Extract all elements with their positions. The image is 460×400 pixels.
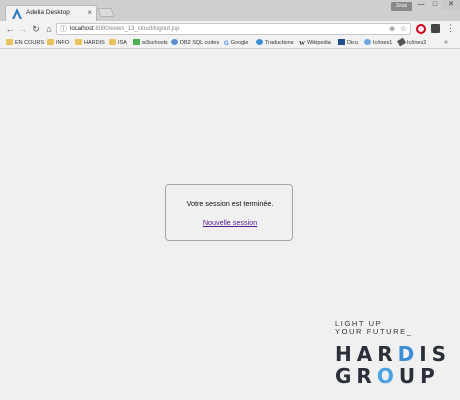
home-icon[interactable]: ⌂ [43,23,55,35]
icons-icon [364,39,371,45]
tab-close-icon[interactable]: × [87,8,92,18]
maximize-icon[interactable]: □ [428,0,442,10]
address-bar[interactable]: ⓘ localhost:8080/eews_13_cloud/logout.js… [56,23,411,35]
bookmark-label: Icônes1 [373,40,393,46]
url-text[interactable]: localhost:8080/eews_13_cloud/logout.jsp [70,26,179,32]
folder-icon [109,39,116,45]
close-window-icon[interactable]: ✕ [442,0,460,10]
google-icon: G [224,41,229,47]
forward-arrow-icon[interactable]: → [17,23,29,35]
bookmark-hardis[interactable]: HARDIS [75,39,105,48]
bookmark-label: INFO [56,40,70,46]
bookmark-label: HARDIS [84,40,105,46]
adelia-logo-icon [12,8,22,19]
bookmark-label: w3schools [142,40,168,46]
page-info-icon[interactable]: ⓘ [60,25,67,34]
bookmark-label: DB2 SQL codes [180,40,220,46]
session-ended-panel: Votre session est terminée. Nouvelle ses… [165,184,293,241]
reload-icon[interactable]: ↻ [30,23,42,35]
url-path: :8080/eews_13_cloud/logout.jsp [93,26,180,32]
bookmark-w3schools[interactable]: w3schools [133,39,168,48]
logo-text: IS [419,342,452,366]
bookmarks-overflow-icon[interactable]: » [444,38,448,48]
hardis-group-logo: LIGHT UP YOUR FUTURE_ HARDIS GROUP [335,320,446,390]
title-bar: Adelia Desktop × Zeus — □ ✕ [0,0,460,21]
bookmark-label: Google [230,40,249,46]
folder-icon [47,39,54,45]
bookmark-label: ISA [118,40,127,46]
bookmark-label: Dico. [347,40,360,46]
logo-tagline-2: YOUR FUTURE_ [335,327,413,336]
new-tab-button[interactable] [97,8,115,17]
folder-icon [6,39,13,45]
folder-icon [75,39,82,45]
logo-word-hardis: HARDIS [335,342,446,366]
w3schools-icon [133,39,140,45]
browser-toolbar: ← → ↻ ⌂ ⓘ localhost:8080/eews_13_cloud/l… [0,21,460,37]
extension-icon[interactable] [431,24,440,33]
opera-extension-icon[interactable] [416,24,426,34]
bookmark-isa[interactable]: ISA [109,39,127,48]
page-content: Votre session est terminée. Nouvelle ses… [1,49,459,399]
bookmark-label: Traductions [265,40,294,46]
minimize-icon[interactable]: — [414,0,428,10]
icons-icon [396,37,407,47]
bookmark-label: Wikipedia [307,40,331,46]
new-session-link[interactable]: Nouvelle session [166,218,294,227]
logo-text-accent: D [397,342,420,366]
tab-title: Adelia Desktop [26,9,70,16]
session-message: Votre session est terminée. [186,199,274,208]
db2-icon [171,39,178,45]
bookmark-db2-sql-codes[interactable]: DB2 SQL codes [171,39,219,48]
logo-text: UP [398,364,440,388]
dico-icon [338,39,345,45]
bookmark-en-cours[interactable]: EN COURS [6,39,44,48]
bookmark-label: Icônes2 [407,40,427,46]
zoom-icon[interactable]: ⊕ [389,25,395,34]
logo-text: HAR [335,342,398,366]
bookmark-icones2[interactable]: Icônes2 [396,37,427,48]
bookmark-traductions[interactable]: Traductions [256,39,294,48]
bookmark-star-icon[interactable]: ☆ [400,24,407,34]
bookmark-icones1[interactable]: Icônes1 [364,39,392,48]
logo-text: GR [335,364,377,388]
logo-text-accent: O [376,364,399,388]
logo-word-group: GROUP [335,365,445,387]
url-host: localhost [70,26,94,32]
back-arrow-icon[interactable]: ← [4,23,16,35]
bookmark-label: EN COURS [15,40,45,46]
bookmark-wikipedia[interactable]: W Wikipedia [299,39,331,48]
profile-badge[interactable]: Zeus [391,2,412,11]
bookmark-google[interactable]: G Google [224,39,248,48]
bookmark-info[interactable]: INFO [47,39,69,48]
wikipedia-icon: W [299,41,305,47]
browser-menu-icon[interactable]: ⋮ [446,22,455,34]
translate-icon [256,39,263,45]
bookmark-dico[interactable]: Dico. [338,39,360,48]
browser-tab[interactable]: Adelia Desktop × [5,5,97,21]
bookmarks-bar: EN COURS INFO HARDIS ISA w3schools DB2 S… [0,37,460,49]
